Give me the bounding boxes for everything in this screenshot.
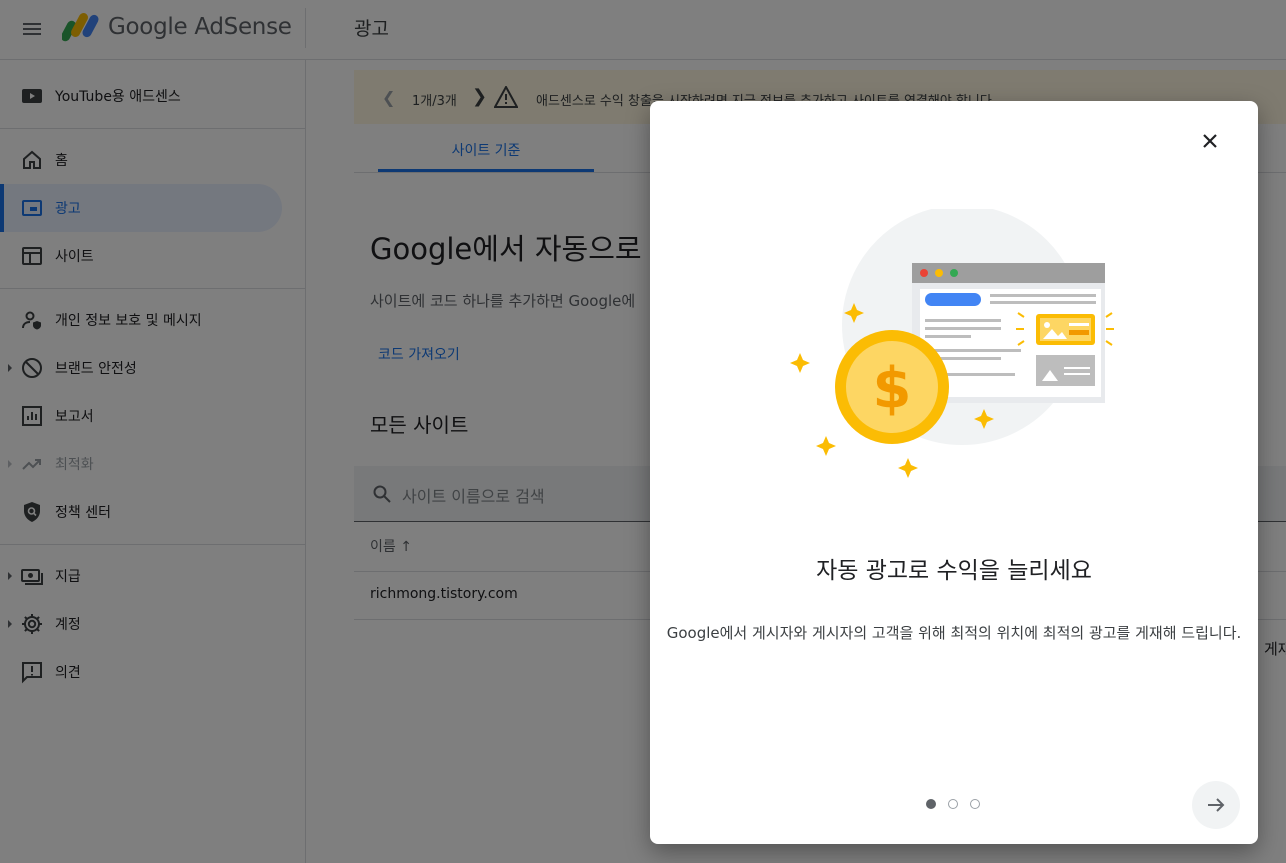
step-dot-3[interactable] bbox=[970, 799, 980, 809]
close-icon[interactable] bbox=[1194, 125, 1226, 157]
dialog-title: 자동 광고로 수익을 늘리세요 bbox=[816, 558, 1092, 584]
dialog-body: Google에서 게시자와 게시자의 고객을 위해 최적의 위치에 최적의 광고… bbox=[666, 624, 1242, 642]
next-button[interactable] bbox=[1192, 781, 1240, 829]
auto-ads-illustration: $ bbox=[790, 209, 1114, 478]
step-dot-1[interactable] bbox=[926, 799, 936, 809]
svg-text:$: $ bbox=[873, 356, 912, 421]
arrow-right-icon bbox=[1208, 798, 1225, 812]
step-indicator bbox=[922, 799, 986, 811]
step-dot-2[interactable] bbox=[948, 799, 958, 809]
onboarding-dialog: $ 자동 광고로 수익을 늘리세요 Google에서 게시자와 게시자의 고객을… bbox=[650, 101, 1258, 844]
